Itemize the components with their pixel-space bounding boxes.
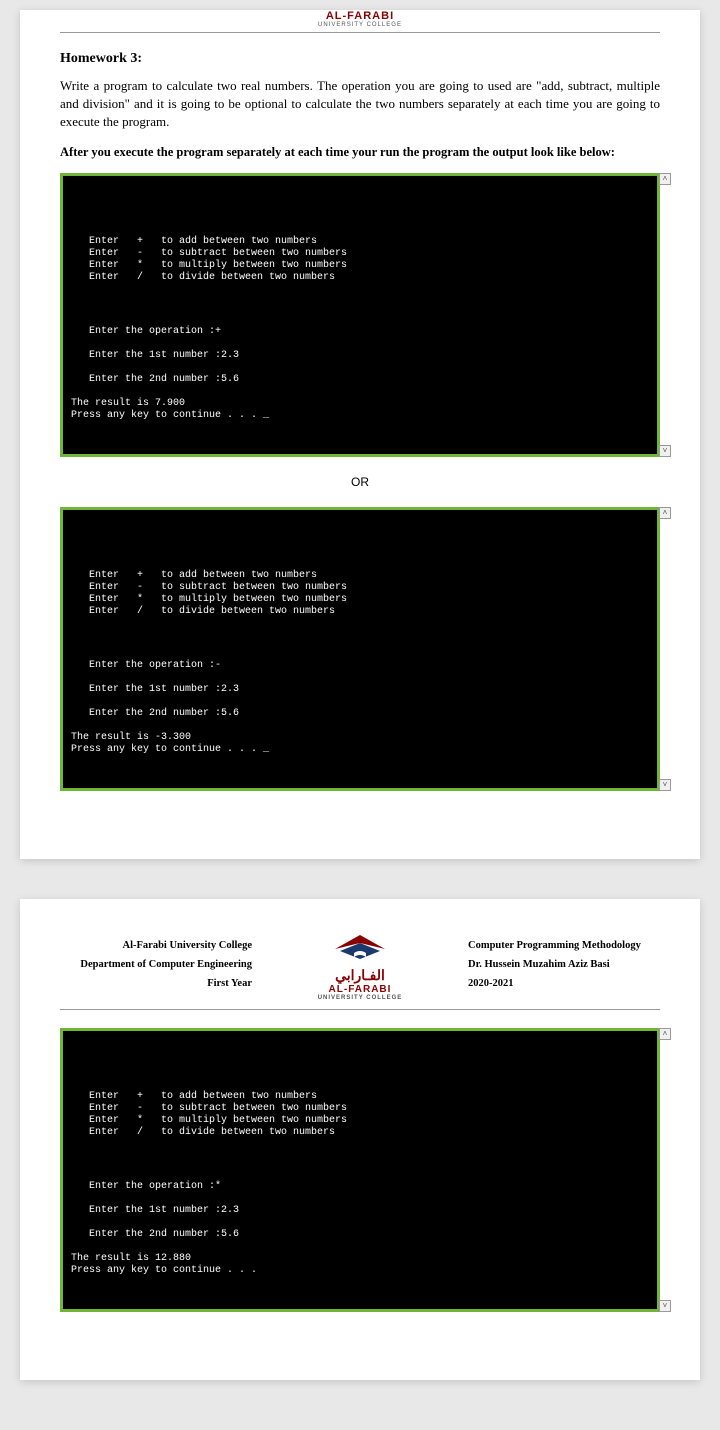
college-name-ar: الفـارابي (335, 967, 385, 984)
prompt-second-number: Enter the 2nd number :5.6 (89, 708, 239, 719)
college-name-en: AL-FARABI (20, 10, 700, 22)
page2-body: ˄ ˅ Enter + to add between two numbers E… (20, 1028, 700, 1380)
menu-line-add: Enter + to add between two numbers (89, 236, 317, 247)
prompt-operation: Enter the operation :+ (89, 326, 221, 337)
menu-line-divide: Enter / to divide between two numbers (89, 272, 335, 283)
prompt-first-number: Enter the 1st number :2.3 (89, 1205, 239, 1216)
scrollbar-up-icon[interactable]: ˄ (659, 507, 671, 519)
menu-line-multiply: Enter * to multiply between two numbers (89, 594, 347, 605)
document-page-2: Al-Farabi University College Department … (20, 899, 700, 1380)
page2-header-block: Al-Farabi University College Department … (20, 899, 700, 1007)
department-name: Department of Computer Engineering (60, 956, 252, 975)
header-right-column: Computer Programming Methodology Dr. Hus… (460, 937, 660, 994)
menu-line-divide: Enter / to divide between two numbers (89, 606, 335, 617)
page-header-logo: AL-FARABI UNIVERSITY COLLEGE (20, 10, 700, 28)
result-line: The result is -3.300 (71, 732, 191, 743)
year-label: First Year (60, 975, 252, 994)
terminal-output-multiply: ˄ ˅ Enter + to add between two numbers E… (60, 1028, 660, 1312)
menu-line-subtract: Enter - to subtract between two numbers (89, 582, 347, 593)
result-line: The result is 12.880 (71, 1253, 191, 1264)
prompt-first-number: Enter the 1st number :2.3 (89, 684, 239, 695)
homework-description: Write a program to calculate two real nu… (60, 77, 660, 132)
homework-instruction: After you execute the program separately… (60, 144, 660, 162)
prompt-operation: Enter the operation :* (89, 1181, 221, 1192)
academic-year: 2020-2021 (468, 975, 660, 994)
header-left-column: Al-Farabi University College Department … (60, 937, 260, 994)
college-subtitle: UNIVERSITY COLLEGE (20, 22, 700, 28)
scrollbar-down-icon[interactable]: ˅ (659, 445, 671, 457)
college-subtitle: UNIVERSITY COLLEGE (318, 995, 403, 1001)
continue-prompt: Press any key to continue . . . _ (71, 410, 269, 421)
course-name: Computer Programming Methodology (468, 937, 660, 956)
college-name-en: AL-FARABI (329, 984, 392, 995)
terminal-output-add: ˄ ˅ Enter + to add between two numbers E… (60, 173, 660, 457)
menu-line-subtract: Enter - to subtract between two numbers (89, 248, 347, 259)
scrollbar-up-icon[interactable]: ˄ (659, 1028, 671, 1040)
document-page-1: AL-FARABI UNIVERSITY COLLEGE Homework 3:… (20, 10, 700, 859)
instructor-name: Dr. Hussein Muzahim Aziz Basi (468, 956, 660, 975)
college-full-name: Al-Farabi University College (60, 937, 252, 956)
menu-line-add: Enter + to add between two numbers (89, 1091, 317, 1102)
header-center-logo: الفـارابي AL-FARABI UNIVERSITY COLLEGE (318, 929, 403, 1001)
menu-line-multiply: Enter * to multiply between two numbers (89, 260, 347, 271)
header-divider (60, 1009, 660, 1010)
scrollbar-down-icon[interactable]: ˅ (659, 1300, 671, 1312)
continue-prompt: Press any key to continue . . . (71, 1265, 257, 1276)
menu-line-multiply: Enter * to multiply between two numbers (89, 1115, 347, 1126)
scrollbar-down-icon[interactable]: ˅ (659, 779, 671, 791)
continue-prompt: Press any key to continue . . . _ (71, 744, 269, 755)
menu-line-subtract: Enter - to subtract between two numbers (89, 1103, 347, 1114)
homework-title: Homework 3: (60, 51, 660, 67)
prompt-second-number: Enter the 2nd number :5.6 (89, 374, 239, 385)
prompt-second-number: Enter the 2nd number :5.6 (89, 1229, 239, 1240)
prompt-operation: Enter the operation :- (89, 660, 221, 671)
menu-line-add: Enter + to add between two numbers (89, 570, 317, 581)
result-line: The result is 7.900 (71, 398, 185, 409)
or-separator: OR (60, 475, 660, 489)
college-logo-icon (332, 929, 388, 965)
prompt-first-number: Enter the 1st number :2.3 (89, 350, 239, 361)
scrollbar-up-icon[interactable]: ˄ (659, 173, 671, 185)
terminal-output-subtract: ˄ ˅ Enter + to add between two numbers E… (60, 507, 660, 791)
header-divider (60, 32, 660, 33)
menu-line-divide: Enter / to divide between two numbers (89, 1127, 335, 1138)
page-body: Homework 3: Write a program to calculate… (20, 51, 700, 859)
